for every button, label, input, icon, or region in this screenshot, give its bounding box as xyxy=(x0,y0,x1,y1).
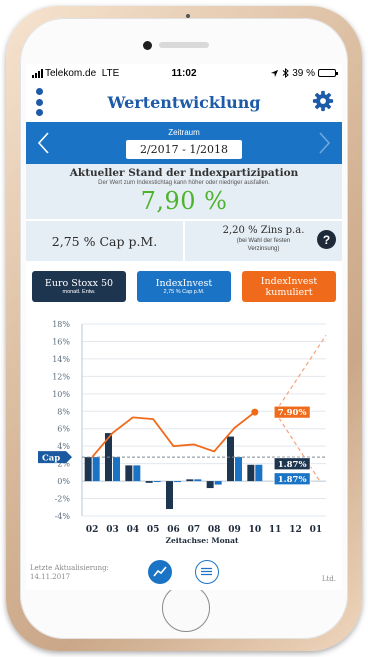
bar-euro-stoxx xyxy=(247,464,255,482)
page-title: Wertentwicklung xyxy=(107,92,261,112)
bar-euro-stoxx xyxy=(227,436,234,482)
tab-indexinvest-cumulative[interactable]: IndexInvest kumuliert xyxy=(242,271,336,302)
front-camera-icon xyxy=(143,41,152,50)
home-button[interactable] xyxy=(162,584,210,632)
earpiece-icon xyxy=(159,42,209,48)
chevron-left-icon[interactable] xyxy=(34,130,54,156)
footer: Letzte Aktualisierung: 14.11.2017 Ltd. xyxy=(26,554,342,590)
x-tick-label: 05 xyxy=(147,525,160,535)
app-screen: Telekom.de LTE 11:02 39 % Wertentwicklun… xyxy=(26,64,342,590)
x-tick-label: 07 xyxy=(188,525,201,535)
y-tick-label: 0% xyxy=(57,477,70,486)
x-tick-label: 01 xyxy=(310,525,323,535)
interest-info: 2,20 % Zins p.a. (bei Wahl der festen Ve… xyxy=(185,221,342,261)
performance-chart: 18% 16% 14% 12% 10% 8% 6% 4% 2% 0% -2% -4% Cap 7.90% 1… xyxy=(26,312,342,552)
y-tick-label: 18% xyxy=(52,320,70,329)
last-update: Letzte Aktualisierung: 14.11.2017 xyxy=(30,564,109,581)
y-tick-label: 8% xyxy=(57,407,70,416)
tab-indexinvest-cap[interactable]: IndexInvest 2,75 % Cap p.M. xyxy=(137,271,231,302)
location-icon xyxy=(271,69,279,77)
bar-euro-stoxx xyxy=(186,479,194,482)
x-axis-label: Zeitachse: Monat xyxy=(166,536,239,545)
bar-euro-stoxx xyxy=(166,481,173,510)
x-tick-label: 08 xyxy=(208,525,221,535)
cap-marker-label: Cap xyxy=(42,454,60,464)
bar-indexinvest-cap xyxy=(194,479,202,482)
x-tick-label: 03 xyxy=(106,525,119,535)
chart-view-button[interactable] xyxy=(148,560,172,584)
bar-euro-stoxx xyxy=(125,465,133,482)
menu-icon[interactable] xyxy=(34,88,44,116)
chevron-right-icon[interactable] xyxy=(314,130,334,156)
x-tick-label: 10 xyxy=(249,525,262,535)
index-participation-title: Aktueller Stand der Indexpartizipation xyxy=(69,167,299,179)
rate-info-row: 2,75 % Cap p.M. 2,20 % Zins p.a. (bei Wa… xyxy=(26,221,342,261)
x-tick-label: 09 xyxy=(228,525,241,535)
signal-icon xyxy=(32,68,43,78)
carrier: Telekom.de LTE xyxy=(45,67,120,79)
cumulative-end-point xyxy=(251,408,259,416)
bar-indexinvest-cap xyxy=(174,481,181,483)
bar-indexinvest-cap xyxy=(92,457,100,482)
tab-euro-stoxx[interactable]: Euro Stoxx 50 monatl. Entw. xyxy=(32,271,126,302)
index-participation-subtitle: Der Wert zum Indexstichtag kann höher od… xyxy=(98,180,270,186)
value-label: 1.87% xyxy=(278,475,307,485)
period-label: Zeitraum xyxy=(168,127,200,137)
phone-sensor-icon xyxy=(186,14,190,18)
help-icon[interactable]: ? xyxy=(317,230,336,249)
projection-upper xyxy=(274,335,327,413)
x-tick-label: 02 xyxy=(86,525,99,535)
cap-info: 2,75 % Cap p.M. xyxy=(26,221,185,261)
value-label: 7.90% xyxy=(278,408,307,418)
status-right: 39 % xyxy=(270,67,338,79)
x-tick-label: 11 xyxy=(269,525,282,535)
bar-indexinvest-cap xyxy=(214,481,222,485)
y-tick-label: 16% xyxy=(52,337,70,346)
x-tick-label: 06 xyxy=(167,525,180,535)
y-tick-label: 10% xyxy=(52,390,70,399)
y-tick-label: 14% xyxy=(52,355,70,364)
bar-indexinvest-cap xyxy=(113,457,120,482)
value-label: 1.87% xyxy=(278,460,307,470)
index-participation-value: 7,90 % xyxy=(140,187,228,215)
y-tick-label: 6% xyxy=(57,425,70,434)
app-header: Wertentwicklung xyxy=(26,82,342,122)
line-chart-icon xyxy=(153,566,167,577)
bar-indexinvest-cap xyxy=(133,465,141,482)
performance-chart-svg: 18%16%14%12%10%8%6%4%2%0%-2%-4%Cap7.90%1… xyxy=(38,320,327,545)
period-bar: Zeitraum 2/2017 - 1/2018 xyxy=(26,122,342,164)
index-participation-box: Aktueller Stand der Indexpartizipation D… xyxy=(26,164,342,221)
battery-percent: 39 % xyxy=(292,67,315,79)
bar-indexinvest-cap xyxy=(255,464,263,482)
bluetooth-icon xyxy=(282,68,289,78)
bar-euro-stoxx xyxy=(206,481,214,489)
bar-euro-stoxx xyxy=(84,457,92,482)
y-tick-label: 12% xyxy=(52,372,70,381)
series-tabs: Euro Stoxx 50 monatl. Entw. IndexInvest … xyxy=(26,261,342,302)
battery-icon xyxy=(318,69,338,77)
y-tick-label: 4% xyxy=(57,442,70,451)
gear-icon[interactable] xyxy=(312,90,334,112)
bar-indexinvest-cap xyxy=(235,457,242,482)
bar-indexinvest-cap xyxy=(153,481,161,483)
x-tick-label: 04 xyxy=(127,525,140,535)
period-selector[interactable]: 2/2017 - 1/2018 xyxy=(125,139,243,159)
footer-ltd: Ltd. xyxy=(321,575,336,583)
x-tick-label: 12 xyxy=(289,525,302,535)
y-tick-label: -2% xyxy=(55,495,71,504)
y-tick-label: -4% xyxy=(55,512,71,521)
list-view-button[interactable] xyxy=(195,560,219,584)
list-icon xyxy=(201,567,212,576)
bar-euro-stoxx xyxy=(145,481,153,483)
status-bar: Telekom.de LTE 11:02 39 % xyxy=(26,64,342,82)
